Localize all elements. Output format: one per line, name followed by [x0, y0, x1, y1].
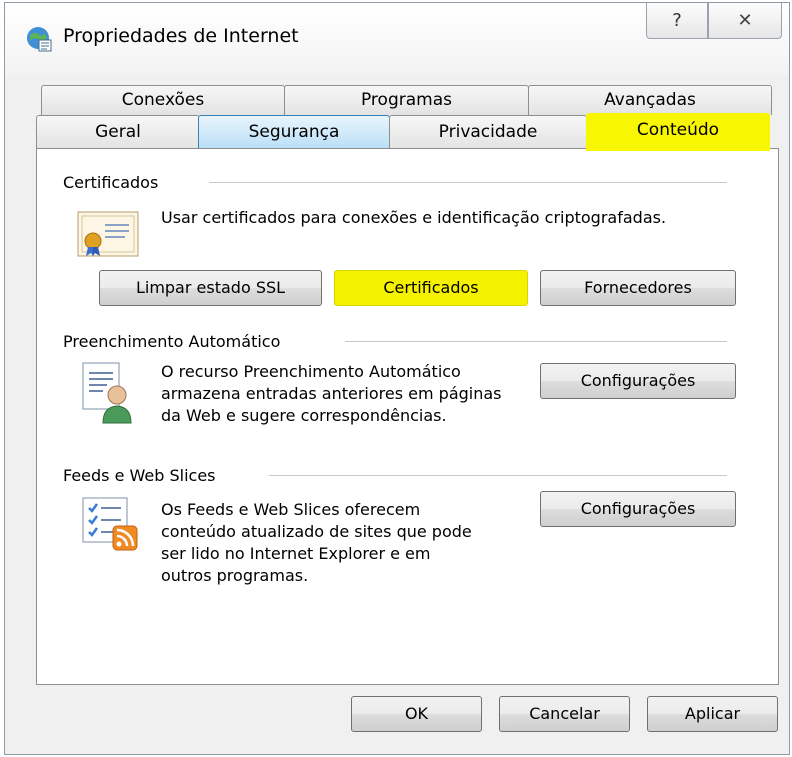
cancel-button[interactable]: Cancelar	[499, 696, 630, 732]
ok-button[interactable]: OK	[351, 696, 482, 732]
window-title: Propriedades de Internet	[63, 25, 299, 47]
tab-geral[interactable]: Geral	[36, 115, 200, 149]
feeds-separator	[269, 475, 727, 476]
certificates-group-title: Certificados	[63, 173, 169, 192]
tab-programas[interactable]: Programas	[284, 85, 529, 115]
feeds-icon	[82, 497, 138, 551]
autocomplete-separator	[345, 341, 727, 342]
help-button[interactable]: ?	[646, 3, 708, 39]
tab-privacidade[interactable]: Privacidade	[389, 115, 587, 149]
clear-ssl-state-button[interactable]: Limpar estado SSL	[99, 270, 322, 306]
autocomplete-settings-button[interactable]: Configurações	[540, 363, 736, 399]
publishers-button[interactable]: Fornecedores	[540, 270, 736, 306]
title-bar[interactable]: Propriedades de Internet ? ✕	[5, 3, 789, 75]
feeds-description: Os Feeds e Web Slices oferecem conteúdo …	[161, 499, 472, 587]
certificates-separator	[209, 182, 727, 183]
apply-button[interactable]: Aplicar	[647, 696, 778, 732]
close-button[interactable]: ✕	[708, 3, 782, 39]
internet-properties-dialog: Propriedades de Internet ? ✕ Conexões Pr…	[4, 2, 790, 755]
feeds-description-line: conteúdo atualizado de sites que pode	[161, 522, 472, 541]
autocomplete-group-title: Preenchimento Automático	[63, 332, 291, 351]
feeds-group-title: Feeds e Web Slices	[63, 466, 226, 485]
autocomplete-description-line: O recurso Preenchimento Automático	[161, 362, 461, 381]
certificates-button[interactable]: Certificados	[334, 270, 528, 306]
autocomplete-description-line: armazena entradas anteriores em páginas	[161, 384, 502, 403]
autocomplete-icon	[82, 362, 132, 424]
autocomplete-description: O recurso Preenchimento Automático armaz…	[161, 361, 502, 427]
feeds-description-line: outros programas.	[161, 566, 309, 585]
tab-seguranca[interactable]: Segurança	[198, 115, 390, 149]
tab-avancadas[interactable]: Avançadas	[528, 85, 772, 115]
content-tab-panel: Certificados Usar certificados para cone…	[36, 148, 779, 685]
feeds-settings-button[interactable]: Configurações	[540, 491, 736, 527]
close-icon: ✕	[737, 10, 753, 31]
tab-conteudo[interactable]: Conteúdo	[586, 113, 770, 151]
feeds-description-line: Os Feeds e Web Slices oferecem	[161, 500, 421, 519]
autocomplete-description-line: da Web e sugere correspondências.	[161, 406, 447, 425]
tab-conexoes[interactable]: Conexões	[41, 85, 285, 115]
certificates-description: Usar certificados para conexões e identi…	[161, 208, 667, 227]
certificate-icon	[77, 211, 139, 257]
help-icon: ?	[672, 10, 682, 31]
feeds-description-line: ser lido no Internet Explorer e em	[161, 544, 431, 563]
internet-globe-icon	[27, 27, 52, 52]
